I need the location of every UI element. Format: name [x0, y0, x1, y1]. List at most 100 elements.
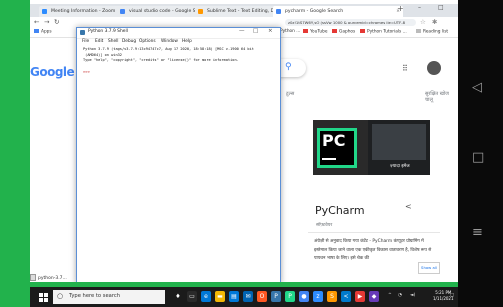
- menu-debug[interactable]: Debug: [122, 39, 136, 44]
- output-line: Type "help", "copyright", "credits" or "…: [83, 58, 239, 62]
- vscode-taskbar-icon[interactable]: <: [341, 291, 351, 302]
- shell-prompt[interactable]: >>>: [83, 69, 90, 74]
- knowledge-panel-title: PyCharm: [315, 204, 365, 217]
- download-filename: python-3.7...: [38, 276, 67, 281]
- office-icon[interactable]: O: [257, 291, 267, 302]
- logo-underline: [322, 158, 336, 160]
- app-taskbar-icon[interactable]: ◆: [369, 291, 379, 302]
- output-line: Python 3.7.9 (tags/v3.7.9:13c94747c7, Au…: [83, 47, 254, 51]
- avatar[interactable]: [427, 61, 441, 75]
- show-all-button[interactable]: Show all: [418, 262, 440, 274]
- tab-label: Sublime Text - Text Editing, Do: [207, 9, 277, 14]
- store-icon[interactable]: ▤: [229, 291, 239, 302]
- sublime-icon: [198, 9, 203, 14]
- search-icon: ⚲: [285, 62, 292, 72]
- python-taskbar-icon[interactable]: P: [271, 291, 281, 302]
- google-icon: [120, 9, 125, 14]
- back-icon[interactable]: ←: [34, 18, 39, 26]
- reload-icon[interactable]: ↻: [54, 18, 59, 26]
- edge-icon[interactable]: e: [201, 291, 211, 302]
- google-apps-icon[interactable]: ⠿: [402, 64, 408, 73]
- sublime-taskbar-icon[interactable]: S: [327, 291, 337, 302]
- mail-icon[interactable]: ✉: [243, 291, 253, 302]
- zoom-icon: [42, 9, 47, 14]
- bookmark-label: Python Tutorials ...: [367, 29, 407, 35]
- idle-window-title: Python 3.7.9 Shell: [88, 29, 128, 34]
- maximize-button[interactable]: □: [253, 28, 258, 34]
- zoom-taskbar-icon[interactable]: z: [313, 291, 323, 302]
- more-images-thumbnail[interactable]: ज़्यादा इमेज: [368, 120, 430, 175]
- forward-icon[interactable]: →: [44, 18, 49, 26]
- tray-chevron-icon[interactable]: ^: [388, 293, 392, 298]
- download-item[interactable]: python-3.7...: [30, 274, 67, 281]
- shell-output[interactable]: Python 3.7.9 (tags/v3.7.9:13c94747c7, Au…: [83, 47, 277, 64]
- mic-icon[interactable]: ♦: [173, 291, 183, 302]
- menu-edit[interactable]: Edit: [95, 39, 103, 44]
- bookmark-apps[interactable]: Apps: [34, 29, 52, 35]
- more-images-label: ज़्यादा इमेज: [390, 164, 410, 169]
- browser-minimize-button[interactable]: –: [418, 4, 421, 11]
- tab-label: visual studio code - Google Sea: [129, 9, 202, 14]
- bookmark-label: Reading list: [423, 29, 449, 35]
- file-icon: [30, 274, 36, 281]
- app-taskbar-icon[interactable]: ▶: [355, 291, 365, 302]
- browser-maximize-button[interactable]: □: [438, 4, 444, 11]
- pycharm-taskbar-icon[interactable]: P: [285, 291, 295, 302]
- address-input[interactable]: z0z!1tS7W6Y,sO (ssVw 1000 & ourcemid=chr…: [285, 19, 416, 26]
- pycharm-logo-text: PC: [322, 131, 346, 150]
- task-view-icon[interactable]: ▭: [187, 291, 197, 302]
- volume-icon[interactable]: ◄): [410, 293, 415, 298]
- menu-file[interactable]: File: [82, 39, 89, 44]
- tab-label: pycharm - Google Search: [285, 9, 344, 14]
- screen-desktop: Meeting Information - Zoom × visual stud…: [0, 0, 458, 307]
- taskbar-search-input[interactable]: ○ Type here to search: [53, 290, 165, 304]
- google-logo[interactable]: Google: [30, 65, 75, 79]
- safe-search-link[interactable]: सुरक्षित खोज चालू: [425, 91, 458, 103]
- menu-help[interactable]: Help: [182, 39, 192, 44]
- browser-tab-pycharm[interactable]: pycharm - Google Search ×: [273, 6, 403, 17]
- file-explorer-icon[interactable]: ▬: [215, 291, 225, 302]
- reading-list[interactable]: Reading list: [416, 29, 448, 35]
- extensions-icon[interactable]: ✱: [432, 18, 437, 26]
- youtube-icon: [303, 29, 308, 33]
- screenshot-image: [372, 124, 426, 160]
- pycharm-logo-image[interactable]: PC: [313, 120, 368, 175]
- browser-tab-sublime[interactable]: Sublime Text - Text Editing, Do ×: [195, 6, 283, 17]
- tab-label: Meeting Information - Zoom: [51, 9, 116, 14]
- chrome-icon[interactable]: ●: [299, 291, 309, 302]
- browser-tab-zoom[interactable]: Meeting Information - Zoom ×: [39, 6, 127, 17]
- bookmark-python[interactable]: Python ...: [280, 29, 300, 34]
- reading-list-icon: [416, 29, 421, 33]
- menu-nav-icon[interactable]: ≡: [472, 225, 483, 240]
- network-icon[interactable]: ◔: [398, 293, 402, 298]
- idle-shell-window[interactable]: Python 3.7.9 Shell — □ × File Edit Shell…: [76, 27, 281, 284]
- menu-options[interactable]: Options: [139, 39, 156, 44]
- close-button[interactable]: ×: [268, 28, 273, 34]
- notification-icon[interactable]: ▢: [450, 293, 454, 298]
- bookmark-youtube[interactable]: YouTube: [303, 29, 327, 35]
- bookmark-python-tutorials[interactable]: Python Tutorials ...: [360, 29, 407, 35]
- left-frame-border: [0, 0, 30, 307]
- windows-taskbar: ○ Type here to search ♦ ▭ e ▬ ▤ ✉ O P P …: [30, 287, 458, 307]
- idle-menu-bar: File Edit Shell Debug Options Window Hel…: [77, 38, 280, 46]
- bookmark-gaphos[interactable]: Gaphos: [332, 29, 355, 35]
- back-nav-icon[interactable]: ◁: [472, 80, 482, 95]
- divider: [308, 232, 440, 233]
- taskbar-search-placeholder: Type here to search: [69, 293, 120, 299]
- browser-tab-vscode[interactable]: visual studio code - Google Sea ×: [117, 6, 205, 17]
- menu-window[interactable]: Window: [161, 39, 178, 44]
- minimize-button[interactable]: —: [239, 28, 245, 34]
- tools-link[interactable]: टूल्स: [286, 91, 294, 97]
- menu-shell[interactable]: Shell: [108, 39, 118, 44]
- share-icon[interactable]: <: [405, 202, 412, 211]
- search-icon: ○: [57, 292, 64, 300]
- bookmark-label: Gaphos: [339, 29, 356, 35]
- home-nav-icon[interactable]: □: [472, 150, 484, 165]
- knowledge-panel-subtitle: सॉफ़्टवेयर: [316, 223, 333, 228]
- new-tab-button[interactable]: +: [397, 4, 404, 13]
- windows-start-icon[interactable]: [39, 293, 48, 302]
- android-nav-bar: ◁ □ ≡: [458, 0, 503, 307]
- bookmark-label: Python ...: [280, 29, 301, 34]
- python-icon: [80, 30, 85, 35]
- star-icon[interactable]: ☆: [420, 18, 426, 26]
